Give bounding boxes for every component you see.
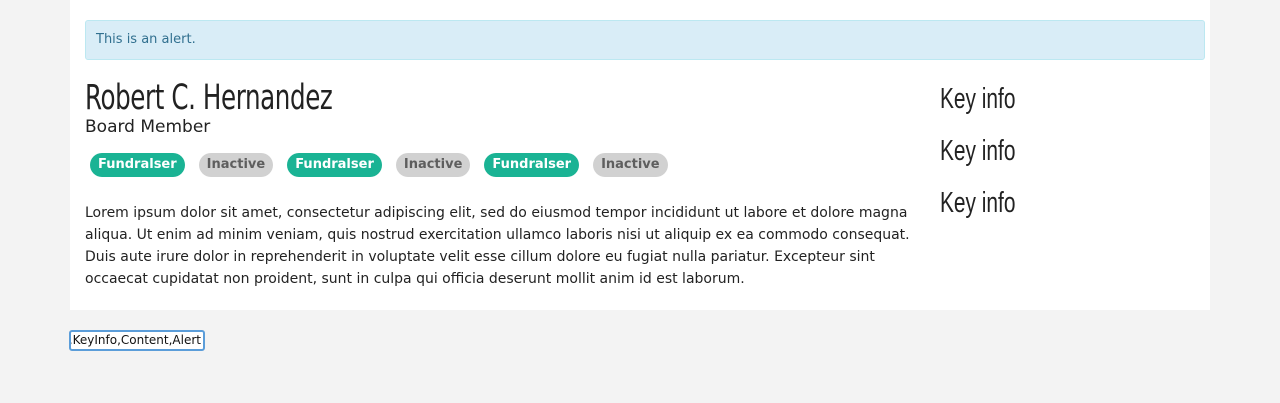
key-info-heading: Key info: [940, 135, 1016, 167]
tag-fundraiser: Fundralser: [287, 153, 382, 177]
tag-inactive: Inactive: [593, 153, 668, 177]
tag-list: Fundralser Inactive Fundralser Inactive …: [90, 153, 668, 177]
alert-text: This is an alert.: [96, 32, 196, 47]
key-info-heading: Key info: [940, 187, 1016, 219]
tag-inactive: Inactive: [198, 153, 274, 177]
alert-banner: This is an alert.: [85, 20, 1205, 60]
profile-role: Board Member: [85, 117, 211, 137]
profile-card: This is an alert. Robert C. Hernandez Bo…: [70, 0, 1210, 310]
profile-name: Robert C. Hernandez: [85, 78, 333, 118]
component-list-value: s,KeyInfo,Content,Alert: [69, 333, 201, 347]
component-list-input[interactable]: s,KeyInfo,Content,Alert: [69, 330, 205, 351]
tag-fundraiser: Fundralser: [90, 153, 185, 177]
tag-inactive: Inactive: [395, 153, 471, 177]
key-info-heading: Key info: [940, 83, 1016, 115]
profile-description: Lorem ipsum dolor sit amet, consectetur …: [85, 205, 910, 287]
tag-fundraiser: Fundralser: [484, 153, 580, 177]
